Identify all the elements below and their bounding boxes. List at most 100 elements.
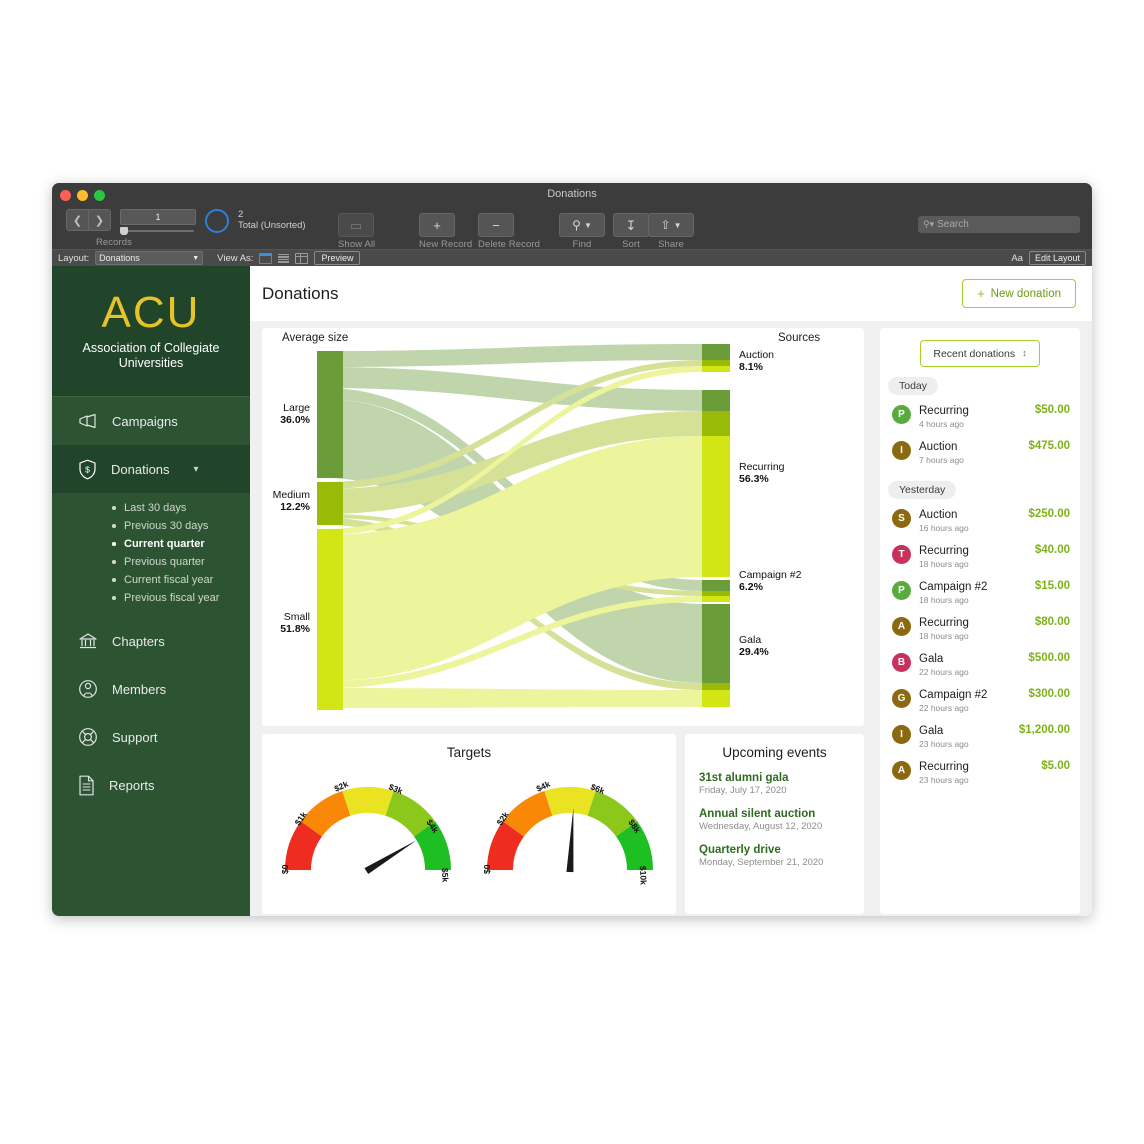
avatar: B [892, 653, 911, 672]
sidebar-item-reports[interactable]: Reports [52, 761, 250, 809]
chevron-down-icon: ▼ [583, 220, 592, 230]
sankey-node-campaign2[interactable] [702, 591, 730, 596]
sidebar-item-chapters[interactable]: Chapters [52, 617, 250, 665]
event-item[interactable]: 31st alumni gala Friday, July 17, 2020 [685, 772, 864, 796]
gauge2-band-4 [615, 821, 653, 871]
gauge2-band-1 [502, 791, 553, 837]
donation-row[interactable]: A Recurring 23 hours ago $5.00 [880, 755, 1080, 791]
sankey-label-recurring: Recurring [739, 461, 785, 473]
sidebar-item-members[interactable]: Members [52, 665, 250, 713]
donation-row[interactable]: I Auction 7 hours ago $475.00 [880, 435, 1080, 471]
sidebar-item-campaigns[interactable]: Campaigns [52, 397, 250, 445]
edit-layout-button[interactable]: Edit Layout [1028, 251, 1086, 265]
donation-row[interactable]: S Auction 16 hours ago $250.00 [880, 503, 1080, 539]
event-name: Annual silent auction [699, 808, 816, 820]
share-button[interactable]: ⇧ ▼ [648, 213, 694, 237]
search-field[interactable]: ⚲▾ Search [918, 216, 1080, 233]
content-area: Donations + New donation Average size So… [250, 266, 1092, 916]
next-record-button[interactable]: ❯ [89, 209, 111, 231]
window-titlebar: Donations [52, 183, 1092, 207]
upcoming-title: Upcoming events [722, 745, 827, 760]
gauge2-band-3 [587, 791, 638, 837]
search-icon: ⚲ [572, 218, 581, 232]
sankey-node-auction[interactable] [702, 366, 730, 372]
share-group[interactable]: ⇧ ▼ Share [648, 213, 694, 250]
view-as-list-icon[interactable] [278, 253, 290, 263]
donation-amount: $5.00 [1041, 760, 1070, 772]
sankey-node-recurring[interactable] [702, 411, 730, 436]
record-slider-knob[interactable] [120, 227, 128, 235]
subnav-item-current-fiscal-year[interactable]: Current fiscal year [112, 571, 250, 589]
new-record-button[interactable]: + [419, 213, 455, 237]
sankey-node-campaign2[interactable] [702, 580, 730, 591]
text-size-icon[interactable]: Aa [1011, 253, 1023, 264]
sankey-node-recurring[interactable] [702, 436, 730, 577]
avatar: A [892, 761, 911, 780]
view-as-form-icon[interactable] [259, 252, 273, 264]
sankey-node-gala[interactable] [702, 604, 730, 683]
sidebar-item-support[interactable]: Support [52, 713, 250, 761]
sankey-node-small[interactable] [317, 529, 343, 710]
subnav-item-previous-30-days[interactable]: Previous 30 days [112, 517, 250, 535]
sidebar-item-donations[interactable]: $ Donations ▾ [52, 445, 250, 493]
page-header: Donations + New donation [250, 266, 1092, 321]
brand-block: ACU Association of Collegiate Universiti… [52, 266, 250, 397]
chevron-down-icon[interactable]: ▾ [194, 464, 199, 475]
sankey-node-auction[interactable] [702, 344, 730, 360]
svg-text:$: $ [85, 464, 90, 474]
sankey-node-campaign2[interactable] [702, 596, 730, 602]
donation-row[interactable]: P Recurring 4 hours ago $50.00 [880, 399, 1080, 435]
sankey-node-gala[interactable] [702, 690, 730, 707]
new-record-group[interactable]: + New Record [419, 213, 472, 250]
gauge2-needle [566, 808, 574, 873]
record-nav[interactable]: ❮ ❯ [66, 209, 111, 231]
donation-time: 22 hours ago [919, 667, 969, 677]
donation-row[interactable]: G Campaign #2 22 hours ago $300.00 [880, 683, 1080, 719]
record-number-input[interactable]: 1 [120, 209, 196, 225]
preview-button[interactable]: Preview [314, 251, 361, 265]
main-toolbar: ❮ ❯ 1 2 Total (Unsorted) Records ▭ Show … [52, 207, 1092, 250]
subnav-item-last-30-days[interactable]: Last 30 days [112, 499, 250, 517]
delete-record-group[interactable]: − Delete Record [478, 213, 540, 250]
sort-group[interactable]: ↧ Sort [613, 213, 649, 250]
sankey-node-medium[interactable] [317, 482, 343, 525]
donation-amount: $40.00 [1034, 544, 1070, 556]
search-placeholder: Search [937, 219, 969, 230]
megaphone-icon [79, 413, 96, 429]
subnav-item-previous-fiscal-year[interactable]: Previous fiscal year [112, 589, 250, 607]
recent-donations-select[interactable]: Recent donations ↕ [920, 340, 1040, 367]
sankey-node-large[interactable] [317, 351, 343, 478]
gauge2-band-0 [487, 821, 525, 871]
delete-record-button[interactable]: − [478, 213, 514, 237]
chevron-down-icon: ▼ [192, 254, 200, 262]
donation-row[interactable]: B Gala 22 hours ago $500.00 [880, 647, 1080, 683]
subnav-item-current-quarter[interactable]: Current quarter [112, 535, 250, 553]
show-all-button[interactable]: ▭ [338, 213, 374, 237]
donation-amount: $50.00 [1034, 404, 1070, 416]
donation-info: Campaign #2 18 hours ago [919, 580, 1027, 606]
sankey-node-auction[interactable] [702, 360, 730, 366]
find-button[interactable]: ⚲ ▼ [559, 213, 605, 237]
event-item[interactable]: Quarterly drive Monday, September 21, 20… [685, 844, 864, 868]
page-title: Donations [262, 283, 339, 303]
donation-row[interactable]: I Gala 23 hours ago $1,200.00 [880, 719, 1080, 755]
show-all-group[interactable]: ▭ Show All [338, 213, 375, 250]
gauge1-band-2 [342, 787, 394, 816]
sankey-node-recurring[interactable] [702, 390, 730, 411]
previous-record-button[interactable]: ❮ [66, 209, 89, 231]
layout-select[interactable]: Donations ▼ [95, 251, 204, 265]
donation-row[interactable]: T Recurring 18 hours ago $40.00 [880, 539, 1080, 575]
new-donation-button[interactable]: + New donation [962, 279, 1076, 308]
sankey-node-gala[interactable] [702, 683, 730, 690]
donation-row[interactable]: A Recurring 18 hours ago $80.00 [880, 611, 1080, 647]
subnav-item-previous-quarter[interactable]: Previous quarter [112, 553, 250, 571]
event-item[interactable]: Annual silent auction Wednesday, August … [685, 808, 864, 832]
record-slider[interactable] [120, 227, 194, 235]
sort-button[interactable]: ↧ [613, 213, 649, 237]
acu-logo: ACU [101, 288, 201, 337]
targets-title: Targets [446, 745, 492, 760]
view-as-table-icon[interactable] [295, 252, 309, 264]
donation-row[interactable]: P Campaign #2 18 hours ago $15.00 [880, 575, 1080, 611]
find-group[interactable]: ⚲ ▼ Find [559, 213, 605, 250]
donation-info: Recurring 18 hours ago [919, 544, 1027, 570]
